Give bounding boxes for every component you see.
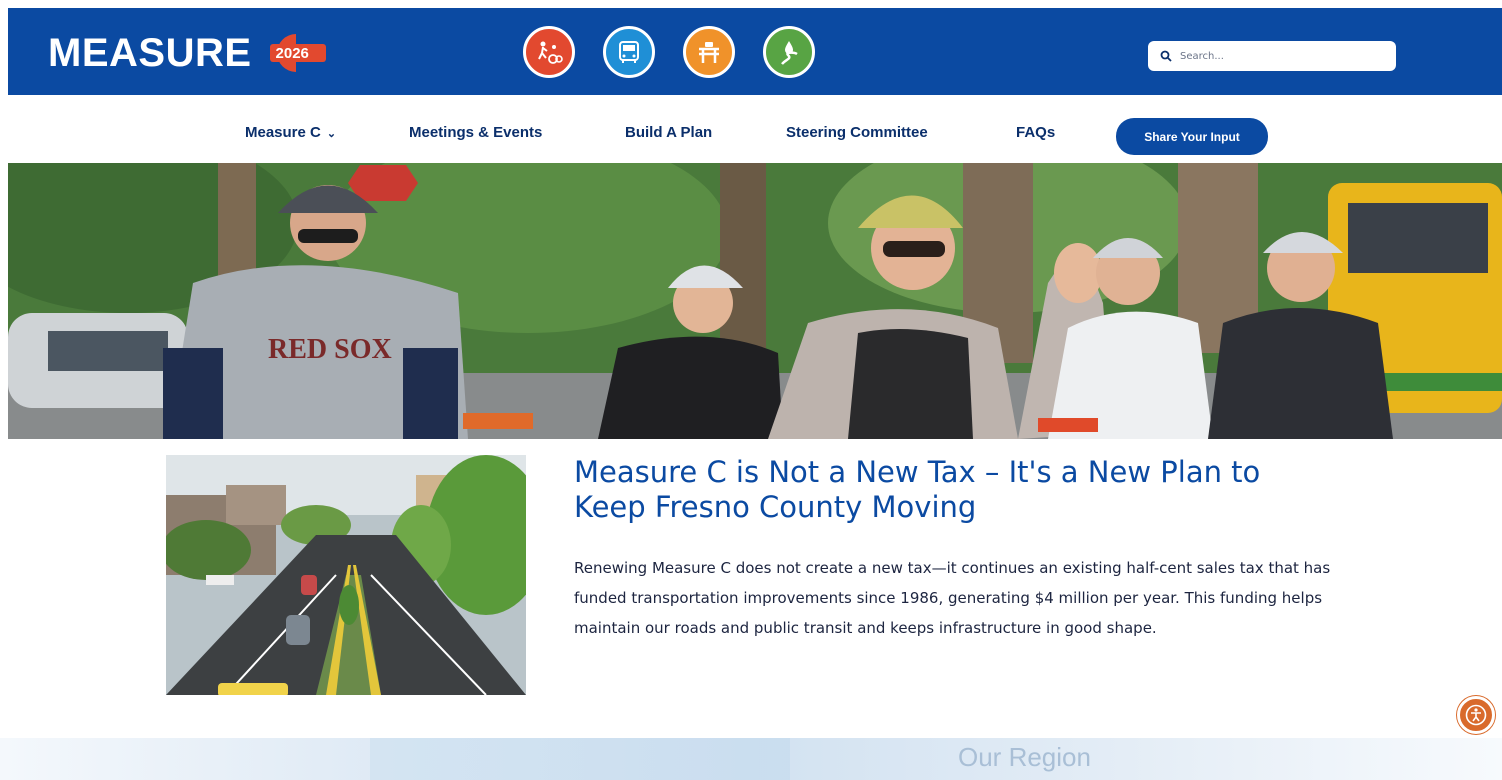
road-water-icon[interactable] [763, 26, 815, 78]
transport-mode-icons [523, 26, 815, 78]
nav-item-build-a-plan[interactable]: Build A Plan [625, 124, 712, 141]
search-box[interactable] [1148, 41, 1396, 71]
section-image-fade [370, 738, 790, 780]
site-logo[interactable]: MEASURE 2026 [48, 30, 336, 76]
accessibility-icon [1465, 704, 1487, 726]
bus-icon[interactable] [603, 26, 655, 78]
logo-year: 2026 [275, 45, 309, 62]
nav-item-steering-committee[interactable]: Steering Committee [786, 124, 928, 141]
road-icon[interactable] [683, 26, 735, 78]
search-icon [1160, 50, 1172, 62]
page-headline: Measure C is Not a New Tax – It's a New … [574, 455, 1261, 524]
nav-item-meetings-events[interactable]: Meetings & Events [409, 124, 542, 141]
share-your-input-button[interactable]: Share Your Input [1116, 118, 1268, 155]
next-section-preview: Our Region [0, 738, 1502, 780]
street-image [166, 455, 526, 695]
search-input[interactable] [1180, 50, 1380, 62]
nav-item-measure-c[interactable]: Measure C ⌄ [245, 124, 336, 141]
main-nav: Measure C ⌄ Meetings & Events Build A Pla… [0, 118, 1502, 155]
nav-item-faqs[interactable]: FAQs [1016, 124, 1055, 141]
nav-item-label: Measure C [245, 124, 321, 141]
logo-text: MEASURE [48, 31, 252, 75]
svg-text:RED SOX: RED SOX [268, 334, 392, 365]
chevron-down-icon: ⌄ [326, 128, 337, 140]
intro-paragraph: Renewing Measure C does not create a new… [574, 559, 1331, 637]
logo-c-badge: 2026 [262, 30, 336, 76]
accessibility-button[interactable] [1457, 696, 1495, 734]
pedestrian-bicycle-icon[interactable] [523, 26, 575, 78]
section-heading-partial: Our Region [958, 742, 1091, 772]
hero-image-cyclists: RED SOX [8, 163, 1502, 439]
site-header: MEASURE 2026 [8, 8, 1502, 95]
